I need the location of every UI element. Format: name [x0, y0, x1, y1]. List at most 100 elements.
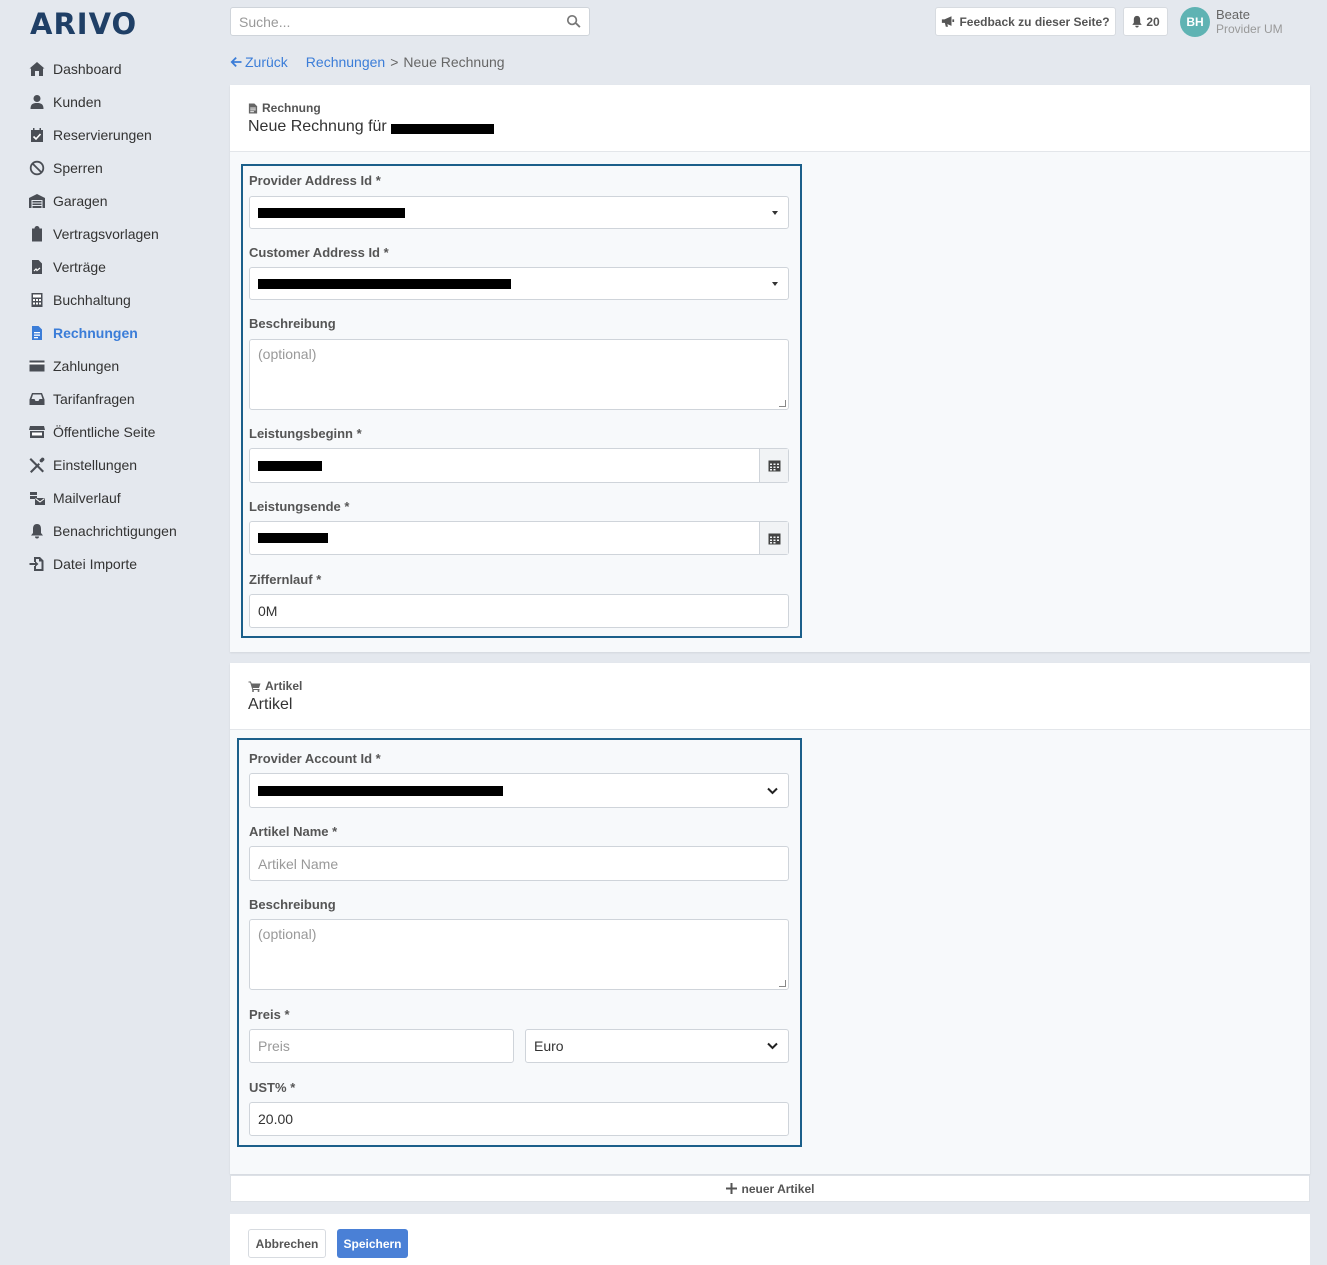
invoice-panel-header: Rechnung Neue Rechnung für: [230, 85, 1310, 152]
customer-address-select[interactable]: [249, 267, 789, 300]
sidebar-item-label: Buchhaltung: [53, 291, 131, 308]
sidebar-item-buchhaltung[interactable]: Buchhaltung: [0, 283, 215, 316]
sidebar-item-vertragsvorlagen[interactable]: Vertragsvorlagen: [0, 217, 215, 250]
caret-down-icon: [772, 281, 778, 286]
user-name[interactable]: Beate: [1216, 7, 1250, 22]
add-article-label: neuer Artikel: [741, 1181, 815, 1196]
home-icon: [28, 61, 46, 77]
invoice-form: Provider Address Id * Customer Address I…: [241, 164, 802, 638]
search-box[interactable]: [230, 7, 590, 36]
save-button[interactable]: Speichern: [337, 1229, 408, 1258]
sidebar-item-label: Mailverlauf: [53, 489, 121, 506]
notifications-button[interactable]: 20: [1123, 7, 1168, 36]
file-invoice-icon: [248, 102, 258, 114]
caret-down-icon: [772, 210, 778, 215]
clipboard-icon: [28, 225, 46, 242]
breadcrumb-rechnungen[interactable]: Rechnungen: [306, 54, 385, 70]
sidebar-nav: Dashboard Kunden Reservierungen Sperren …: [0, 52, 215, 580]
avatar[interactable]: BH: [1180, 7, 1210, 37]
redacted-value: [258, 785, 503, 796]
redacted-value: [258, 533, 328, 543]
article-panel-subtitle-text: Artikel: [265, 679, 303, 693]
store-icon: [28, 424, 46, 440]
resize-grip-icon[interactable]: [779, 400, 786, 407]
credit-card-icon: [28, 358, 46, 374]
user-icon: [28, 94, 46, 110]
sidebar-item-label: Benachrichtigungen: [53, 522, 177, 539]
sidebar-item-dashboard[interactable]: Dashboard: [0, 52, 215, 85]
file-invoice-icon: [28, 325, 46, 341]
article-name-label: Artikel Name *: [249, 824, 338, 839]
redacted-customer-name: [390, 124, 494, 134]
sidebar-item-label: Datei Importe: [53, 555, 138, 572]
article-description-label: Beschreibung: [249, 897, 336, 912]
service-end-input[interactable]: [249, 521, 789, 555]
sidebar-item-sperren[interactable]: Sperren: [0, 151, 215, 184]
sidebar-item-label: Garagen: [53, 192, 108, 209]
sidebar-item-datei-importe[interactable]: Datei Importe: [0, 547, 215, 580]
provider-account-select[interactable]: [249, 773, 789, 808]
search-icon[interactable]: [566, 14, 581, 29]
back-link[interactable]: Zurück: [230, 54, 288, 70]
vat-label: UST% *: [249, 1080, 296, 1095]
article-panel: Artikel Artikel Provider Account Id * Ar…: [230, 663, 1310, 1174]
article-form: Provider Account Id * Artikel Name * Art…: [237, 738, 802, 1147]
tools-icon: [28, 457, 46, 473]
description-label: Beschreibung: [249, 316, 336, 331]
sidebar-item-label: Tarifanfragen: [53, 390, 135, 407]
calendar-icon[interactable]: [759, 449, 788, 482]
service-start-input[interactable]: [249, 448, 789, 483]
sidebar-item-zahlungen[interactable]: Zahlungen: [0, 349, 215, 382]
bell-icon: [28, 523, 46, 539]
resize-grip-icon[interactable]: [779, 980, 786, 987]
file-import-icon: [28, 556, 46, 572]
feedback-label: Feedback zu dieser Seite?: [959, 14, 1110, 29]
sidebar-item-kunden[interactable]: Kunden: [0, 85, 215, 118]
sidebar-item-einstellungen[interactable]: Einstellungen: [0, 448, 215, 481]
back-label: Zurück: [245, 54, 288, 70]
provider-address-select[interactable]: [249, 196, 789, 229]
currency-value: Euro: [534, 1038, 564, 1054]
currency-select[interactable]: Euro: [525, 1029, 789, 1063]
user-role: Provider UM: [1216, 22, 1283, 36]
add-article-button[interactable]: neuer Artikel: [230, 1175, 1310, 1202]
inbox-icon: [28, 391, 46, 407]
notification-count: 20: [1146, 14, 1160, 29]
article-panel-subtitle: Artikel: [248, 679, 1292, 693]
search-input[interactable]: [239, 13, 566, 30]
provider-address-label: Provider Address Id *: [249, 173, 381, 188]
sequence-input[interactable]: 0M: [249, 594, 789, 628]
feedback-button[interactable]: Feedback zu dieser Seite?: [935, 7, 1116, 36]
price-input[interactable]: Preis: [249, 1029, 514, 1063]
redacted-value: [258, 278, 511, 289]
invoice-title-text: Neue Rechnung für: [248, 118, 387, 135]
file-signature-icon: [28, 259, 46, 275]
description-textarea[interactable]: (optional): [249, 339, 789, 410]
sidebar-item-oeffentliche-seite[interactable]: Öffentliche Seite: [0, 415, 215, 448]
vat-input[interactable]: 20.00: [249, 1102, 789, 1136]
sidebar-item-reservierungen[interactable]: Reservierungen: [0, 118, 215, 151]
sidebar-item-vertraege[interactable]: Verträge: [0, 250, 215, 283]
app-logo[interactable]: ARIVO: [30, 7, 137, 41]
sidebar: ARIVO Dashboard Kunden Reservierungen Sp…: [0, 0, 215, 1265]
price-label: Preis *: [249, 1007, 290, 1022]
breadcrumb-separator: >: [390, 54, 399, 70]
sidebar-item-mailverlauf[interactable]: Mailverlauf: [0, 481, 215, 514]
article-description-textarea[interactable]: (optional): [249, 919, 789, 990]
sidebar-item-label: Sperren: [53, 159, 103, 176]
megaphone-icon: [942, 16, 955, 27]
description-placeholder: (optional): [258, 346, 317, 362]
calendar-icon[interactable]: [759, 522, 788, 554]
sidebar-item-label: Öffentliche Seite: [53, 423, 156, 440]
sidebar-item-garagen[interactable]: Garagen: [0, 184, 215, 217]
cancel-button[interactable]: Abbrechen: [248, 1229, 326, 1258]
mail-bulk-icon: [28, 490, 46, 506]
sidebar-item-label: Zahlungen: [53, 357, 120, 374]
sidebar-item-benachrichtigungen[interactable]: Benachrichtigungen: [0, 514, 215, 547]
invoice-panel-title: Neue Rechnung für: [248, 118, 1292, 136]
ban-icon: [28, 160, 46, 176]
sidebar-item-tarifanfragen[interactable]: Tarifanfragen: [0, 382, 215, 415]
sidebar-item-rechnungen[interactable]: Rechnungen: [0, 316, 215, 349]
article-name-input[interactable]: Artikel Name: [249, 846, 789, 881]
invoice-panel-subtitle: Rechnung: [248, 101, 1292, 115]
